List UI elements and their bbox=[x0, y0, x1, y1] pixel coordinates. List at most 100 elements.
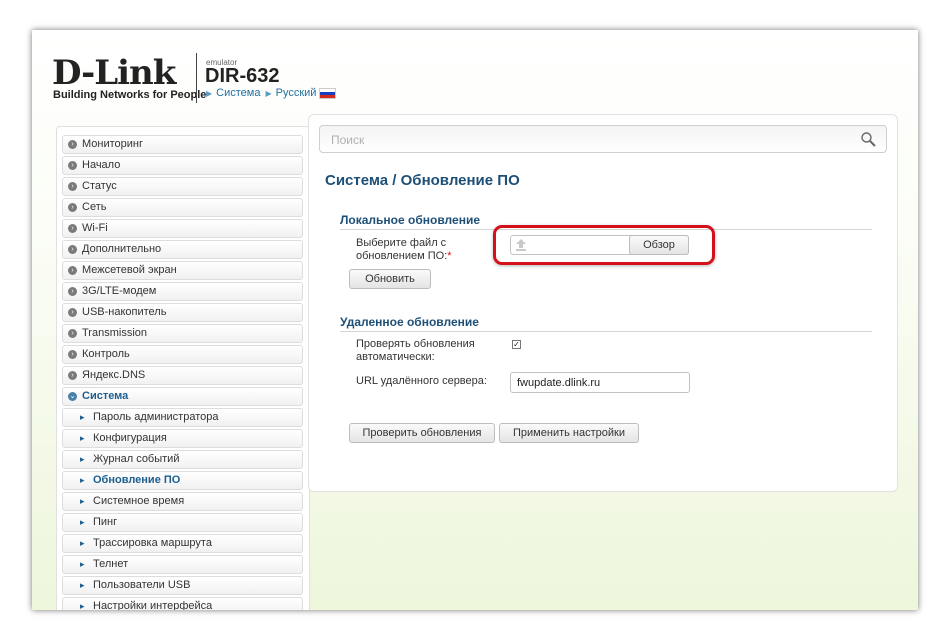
sidebar-item-label: Transmission bbox=[82, 327, 147, 339]
firmware-file-label-line1: Выберите файл с bbox=[356, 237, 447, 249]
sidebar-subitem-interface-settings[interactable]: ▸ Настройки интерфейса bbox=[62, 597, 303, 610]
sidebar-item-label: Дополнительно bbox=[82, 243, 162, 255]
sidebar-subitem-telnet[interactable]: ▸ Телнет bbox=[62, 555, 303, 574]
arrow-right-icon: ▸ bbox=[80, 580, 85, 590]
auto-check-label-line1: Проверять обновления bbox=[356, 338, 475, 350]
title-section: Система / bbox=[325, 172, 397, 189]
chevron-down-icon: ⌄ bbox=[68, 392, 77, 401]
sidebar-subitem-admin-password[interactable]: ▸ Пароль администратора bbox=[62, 408, 303, 427]
arrow-right-icon: ▸ bbox=[80, 412, 85, 422]
sidebar-subitem-label: Системное время bbox=[93, 495, 185, 507]
arrow-right-icon: ▸ bbox=[80, 538, 85, 548]
device-model: DIR-632 bbox=[205, 65, 280, 87]
sidebar-subitem-label: Настройки интерфейса bbox=[93, 600, 213, 610]
chevron-right-icon: › bbox=[68, 266, 77, 275]
sidebar-item-label: Wi-Fi bbox=[82, 222, 108, 234]
page-title: Система / Обновление ПО bbox=[325, 172, 520, 189]
required-mark: * bbox=[447, 250, 452, 262]
sidebar-subitem-ping[interactable]: ▸ Пинг bbox=[62, 513, 303, 532]
sidebar-item-label: Мониторинг bbox=[82, 138, 144, 150]
sidebar-item-label: USB-накопитель bbox=[82, 306, 167, 318]
sidebar-item-label: Начало bbox=[82, 159, 121, 171]
server-url-input[interactable]: fwupdate.dlink.ru bbox=[510, 372, 690, 393]
chevron-right-icon: › bbox=[68, 161, 77, 170]
sidebar-item-label: 3G/LTE-модем bbox=[82, 285, 157, 297]
sidebar-item-monitoring[interactable]: › Мониторинг bbox=[62, 135, 303, 154]
main-panel: Поиск Система / Обновление ПО Локальное … bbox=[308, 114, 898, 492]
sidebar-item-control[interactable]: › Контроль bbox=[62, 345, 303, 364]
sidebar-subitem-system-time[interactable]: ▸ Системное время bbox=[62, 492, 303, 511]
sidebar-item-label: Межсетевой экран bbox=[82, 264, 177, 276]
breadcrumb: ▶ Система ▶ Русский bbox=[206, 87, 337, 99]
arrow-right-icon: ▸ bbox=[80, 496, 85, 506]
sidebar-item-label: Яндекс.DNS bbox=[82, 369, 146, 381]
update-button[interactable]: Обновить bbox=[349, 269, 431, 289]
apply-settings-button[interactable]: Применить настройки bbox=[499, 423, 639, 443]
sidebar-subitem-traceroute[interactable]: ▸ Трассировка маршрута bbox=[62, 534, 303, 553]
remote-update-heading: Удаленное обновление bbox=[340, 315, 872, 332]
firmware-file-label: Выберите файл с обновлением ПО:* bbox=[356, 237, 452, 263]
sidebar-subitem-configuration[interactable]: ▸ Конфигурация bbox=[62, 429, 303, 448]
sidebar-subitem-label: Пинг bbox=[93, 516, 118, 528]
sidebar-subitem-label: Пользователи USB bbox=[93, 579, 191, 591]
auto-check-label-line2: автоматически: bbox=[356, 351, 435, 363]
sidebar-subitem-firmware-update[interactable]: ▸ Обновление ПО bbox=[62, 471, 303, 490]
arrow-right-icon: ▸ bbox=[80, 559, 85, 569]
auto-check-checkbox[interactable]: ✓ bbox=[512, 340, 521, 349]
logo-tagline: Building Networks for People bbox=[53, 89, 207, 101]
dlink-logo: D-Link bbox=[52, 53, 176, 93]
breadcrumb-system-link[interactable]: Система bbox=[216, 87, 260, 99]
sidebar-subitem-label: Телнет bbox=[93, 558, 129, 570]
sidebar-subitem-event-log[interactable]: ▸ Журнал событий bbox=[62, 450, 303, 469]
sidebar-item-start[interactable]: › Начало bbox=[62, 156, 303, 175]
search-placeholder: Поиск bbox=[331, 133, 365, 147]
chevron-right-icon: › bbox=[68, 140, 77, 149]
sidebar-item-system[interactable]: ⌄ Система bbox=[62, 387, 303, 406]
sidebar-item-wifi[interactable]: › Wi-Fi bbox=[62, 219, 303, 238]
arrow-right-icon: ▸ bbox=[80, 454, 85, 464]
sidebar-item-advanced[interactable]: › Дополнительно bbox=[62, 240, 303, 259]
chevron-right-icon: › bbox=[68, 245, 77, 254]
sidebar-item-label: Статус bbox=[82, 180, 117, 192]
sidebar-item-3g-modem[interactable]: › 3G/LTE-модем bbox=[62, 282, 303, 301]
browser-viewport: D-Link Building Networks for People emul… bbox=[32, 30, 918, 610]
sidebar-item-label: Контроль bbox=[82, 348, 130, 360]
breadcrumb-arrow-icon: ▶ bbox=[206, 88, 213, 98]
sidebar-item-yandex-dns[interactable]: › Яндекс.DNS bbox=[62, 366, 303, 385]
arrow-right-icon: ▸ bbox=[80, 517, 85, 527]
arrow-right-icon: ▸ bbox=[80, 433, 85, 443]
title-page: Обновление ПО bbox=[400, 172, 520, 189]
sidebar-menu: › Мониторинг › Начало › Статус › Сеть › Wi-Fi… bbox=[56, 126, 310, 610]
firmware-file-label-line2: обновлением ПО: bbox=[356, 250, 448, 262]
check-updates-button[interactable]: Проверить обновления bbox=[349, 423, 495, 443]
search-icon[interactable] bbox=[860, 131, 876, 147]
sidebar-subitem-label: Журнал событий bbox=[93, 453, 180, 465]
server-url-label: URL удалённого сервера: bbox=[356, 375, 487, 387]
search-input[interactable]: Поиск bbox=[319, 125, 887, 153]
sidebar-item-status[interactable]: › Статус bbox=[62, 177, 303, 196]
chevron-right-icon: › bbox=[68, 329, 77, 338]
arrow-right-icon: ▸ bbox=[80, 601, 85, 610]
sidebar-item-network[interactable]: › Сеть bbox=[62, 198, 303, 217]
sidebar-subitem-usb-users[interactable]: ▸ Пользователи USB bbox=[62, 576, 303, 595]
header-divider bbox=[196, 53, 197, 103]
arrow-right-icon: ▸ bbox=[80, 475, 85, 485]
sidebar-subitem-label: Трассировка маршрута bbox=[93, 537, 212, 549]
sidebar-item-usb-storage[interactable]: › USB-накопитель bbox=[62, 303, 303, 322]
chevron-right-icon: › bbox=[68, 350, 77, 359]
language-link[interactable]: Русский bbox=[276, 87, 317, 99]
sidebar-item-transmission[interactable]: › Transmission bbox=[62, 324, 303, 343]
file-input-highlight bbox=[493, 225, 715, 265]
sidebar-subitem-label: Обновление ПО bbox=[93, 474, 181, 486]
chevron-right-icon: › bbox=[68, 287, 77, 296]
chevron-right-icon: › bbox=[68, 203, 77, 212]
auto-check-label: Проверять обновления автоматически: bbox=[356, 338, 475, 364]
sidebar-item-label: Сеть bbox=[82, 201, 107, 213]
russian-flag-icon[interactable] bbox=[319, 87, 337, 99]
breadcrumb-arrow-icon: ▶ bbox=[265, 88, 272, 98]
chevron-right-icon: › bbox=[68, 182, 77, 191]
sidebar-subitem-label: Конфигурация bbox=[93, 432, 167, 444]
chevron-right-icon: › bbox=[68, 371, 77, 380]
sidebar-item-label: Система bbox=[82, 390, 129, 402]
sidebar-item-firewall[interactable]: › Межсетевой экран bbox=[62, 261, 303, 280]
